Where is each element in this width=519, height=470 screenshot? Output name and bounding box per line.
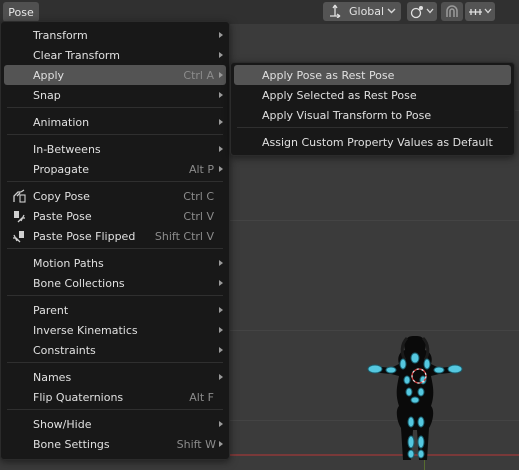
- pivot-point-dropdown[interactable]: [407, 2, 437, 21]
- menu-item-paste-pose[interactable]: Paste Pose Ctrl V: [4, 206, 226, 226]
- submenu-arrow-icon: [219, 72, 223, 78]
- menu-item-label: Flip Quaternions: [33, 390, 124, 404]
- menu-item-shortcut: Shift Ctrl V: [154, 229, 214, 243]
- menu-item-shortcut: Ctrl C: [183, 189, 214, 203]
- chevron-down-icon: [387, 7, 396, 15]
- transform-orientation-dropdown[interactable]: Global: [323, 2, 401, 21]
- chevron-down-icon: [426, 7, 434, 15]
- submenu-arrow-icon: [219, 92, 223, 98]
- menu-item-bone-collections[interactable]: Bone Collections: [4, 273, 226, 293]
- menu-item-label: Apply Pose as Rest Pose: [262, 68, 395, 82]
- menu-item-apply-visual-transform[interactable]: Apply Visual Transform to Pose: [234, 105, 511, 125]
- submenu-arrow-icon: [219, 260, 223, 266]
- menu-item-flip-quaternions[interactable]: Flip Quaternions Alt F: [4, 387, 226, 407]
- menu-item-motion-paths[interactable]: Motion Paths: [4, 253, 226, 273]
- menu-item-parent[interactable]: Parent: [4, 300, 226, 320]
- submenu-arrow-icon: [219, 146, 223, 152]
- copy-pose-icon: [12, 189, 26, 203]
- submenu-arrow-icon: [219, 327, 223, 333]
- menu-separator: [7, 134, 223, 135]
- menu-item-clear-transform[interactable]: Clear Transform: [4, 45, 226, 65]
- menu-item-label: Transform: [33, 28, 88, 42]
- menu-separator: [237, 127, 508, 128]
- menu-item-label: Bone Settings: [33, 437, 110, 451]
- menu-item-label: Copy Pose: [33, 189, 90, 203]
- menu-item-label: Motion Paths: [33, 256, 104, 270]
- snap-increment-icon: [468, 4, 483, 19]
- menu-separator: [7, 248, 223, 249]
- menu-item-propagate[interactable]: Propagate Alt P: [4, 159, 226, 179]
- menu-item-label: Apply Selected as Rest Pose: [262, 88, 417, 102]
- menu-item-apply-selected-as-rest-pose[interactable]: Apply Selected as Rest Pose: [234, 85, 511, 105]
- snap-target-dropdown[interactable]: [465, 2, 495, 21]
- menu-item-shortcut: Shift W: [176, 437, 216, 451]
- submenu-arrow-icon: [219, 307, 223, 313]
- menu-item-label: Assign Custom Property Values as Default: [262, 135, 493, 149]
- menu-item-label: Paste Pose Flipped: [33, 229, 136, 243]
- menu-item-shortcut: Alt F: [189, 390, 214, 404]
- submenu-arrow-icon: [219, 347, 223, 353]
- apply-submenu: Apply Pose as Rest Pose Apply Selected a…: [230, 62, 515, 156]
- menu-separator: [7, 362, 223, 363]
- menu-item-label: Animation: [33, 115, 90, 129]
- menu-item-label: Names: [33, 370, 72, 384]
- submenu-arrow-icon: [219, 374, 223, 380]
- pivot-icon: [410, 4, 425, 19]
- submenu-arrow-icon: [219, 32, 223, 38]
- menu-item-in-betweens[interactable]: In-Betweens: [4, 139, 226, 159]
- menu-item-shortcut: Alt P: [188, 162, 214, 176]
- submenu-arrow-icon: [219, 421, 223, 427]
- menu-item-snap[interactable]: Snap: [4, 85, 226, 105]
- menu-item-label: Apply: [33, 68, 65, 82]
- orientation-icon: [328, 4, 342, 18]
- menu-separator: [7, 409, 223, 410]
- menu-item-constraints[interactable]: Constraints: [4, 340, 226, 360]
- menu-item-label: Snap: [33, 88, 61, 102]
- menu-item-label: Paste Pose: [33, 209, 92, 223]
- menu-item-show-hide[interactable]: Show/Hide: [4, 414, 226, 434]
- pose-menu-button[interactable]: Pose: [3, 2, 39, 22]
- menu-item-names[interactable]: Names: [4, 367, 226, 387]
- chevron-down-icon: [484, 7, 492, 15]
- submenu-arrow-icon: [219, 166, 223, 172]
- menu-item-label: Apply Visual Transform to Pose: [262, 108, 432, 122]
- submenu-arrow-icon: [219, 119, 223, 125]
- menu-separator: [7, 181, 223, 182]
- menu-item-label: Inverse Kinematics: [33, 323, 138, 337]
- orientation-label: Global: [349, 5, 385, 18]
- menu-separator: [7, 107, 223, 108]
- snap-toggle[interactable]: [441, 2, 463, 21]
- menu-item-label: Bone Collections: [33, 276, 125, 290]
- menu-item-label: Clear Transform: [33, 48, 120, 62]
- menu-item-assign-custom-property-defaults[interactable]: Assign Custom Property Values as Default: [234, 132, 511, 152]
- menu-item-label: Propagate: [33, 162, 89, 176]
- menu-separator: [7, 295, 223, 296]
- menu-item-animation[interactable]: Animation: [4, 112, 226, 132]
- armature-figure[interactable]: [355, 330, 475, 465]
- menu-item-copy-pose[interactable]: Copy Pose Ctrl C: [4, 186, 226, 206]
- menu-item-label: Show/Hide: [33, 417, 92, 431]
- menu-item-shortcut: Ctrl A: [183, 68, 214, 82]
- submenu-arrow-icon: [219, 52, 223, 58]
- paste-pose-icon: [12, 209, 26, 223]
- menu-item-transform[interactable]: Transform: [4, 25, 226, 45]
- menu-item-label: In-Betweens: [33, 142, 101, 156]
- menu-item-apply[interactable]: Apply Ctrl A: [4, 65, 226, 85]
- pose-menu: Transform Clear Transform Apply Ctrl A S…: [0, 21, 230, 460]
- menu-item-bone-settings[interactable]: Bone Settings Shift W: [4, 434, 226, 454]
- menu-item-shortcut: Ctrl V: [183, 209, 214, 223]
- menu-item-inverse-kinematics[interactable]: Inverse Kinematics: [4, 320, 226, 340]
- menu-item-paste-pose-flipped[interactable]: Paste Pose Flipped Shift Ctrl V: [4, 226, 226, 246]
- menu-item-apply-pose-as-rest-pose[interactable]: Apply Pose as Rest Pose: [234, 65, 511, 85]
- submenu-arrow-icon: [219, 441, 223, 447]
- submenu-arrow-icon: [219, 280, 223, 286]
- menu-item-label: Parent: [33, 303, 69, 317]
- paste-flipped-icon: [12, 229, 26, 243]
- magnet-icon: [444, 4, 460, 19]
- menu-item-label: Constraints: [33, 343, 96, 357]
